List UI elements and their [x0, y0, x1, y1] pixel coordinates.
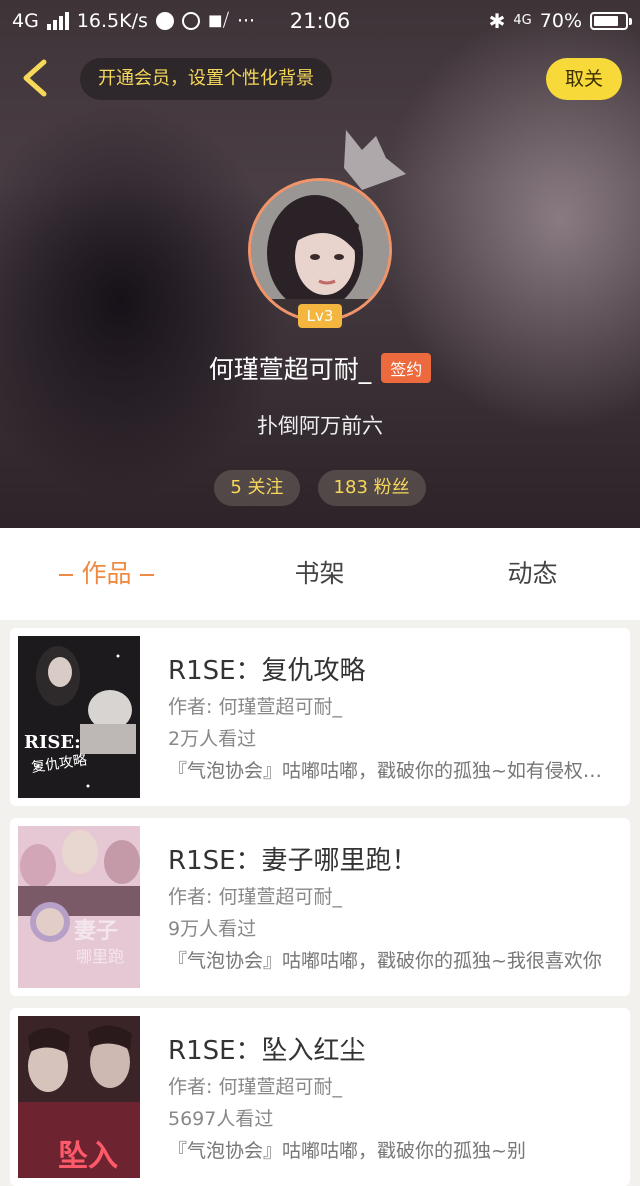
battery-icon — [590, 12, 632, 30]
battery-percent: 70% — [539, 10, 582, 32]
bluetooth-icon: ✱ — [488, 9, 506, 33]
book-cover: 妻子 哪里跑 — [18, 826, 140, 988]
tab-works[interactable]: 作品 — [0, 528, 213, 620]
user-signature: 扑倒阿万前六 — [257, 414, 383, 438]
status-bar: 4G 16.5K/s ◼⧸ ··· 21:06 ✱ 4G 70% — [0, 0, 640, 42]
book-title: R1SE：坠入红尘 — [168, 1036, 366, 1066]
fans-count[interactable]: 183 粉丝 — [317, 470, 426, 506]
svg-text:坠入: 坠入 — [58, 1139, 118, 1174]
tab-bookshelf[interactable]: 书架 — [213, 528, 426, 620]
book-views: 9万人看过 — [168, 918, 257, 940]
profile-tabs: 作品 书架 动态 — [0, 528, 640, 620]
book-author: 作者: 何瑾萱超可耐_ — [168, 886, 342, 908]
tab-activity[interactable]: 动态 — [426, 528, 639, 620]
unfollow-button[interactable]: 取关 — [546, 58, 622, 100]
avatar[interactable]: Lv3 — [248, 178, 392, 328]
network-label-right: 4G — [513, 13, 532, 28]
tab-indicator-left — [59, 574, 74, 576]
book-cover: RISE: 复仇攻略 — [18, 636, 140, 798]
book-cover: 坠入 — [18, 1016, 140, 1178]
user-name: 何瑾萱超可耐_ — [208, 355, 372, 384]
book-card[interactable]: RISE: 复仇攻略 R1SE：复仇攻略 作者: 何瑾萱超可耐_ 2万人看过 『… — [10, 628, 630, 806]
book-description: 『气泡协会』咕嘟咕嘟，戳破你的孤独~如有侵权请联系删除 — [168, 760, 614, 782]
book-views: 5697人看过 — [168, 1108, 274, 1130]
book-author: 作者: 何瑾萱超可耐_ — [168, 696, 342, 718]
book-author: 作者: 何瑾萱超可耐_ — [168, 1076, 342, 1098]
chevron-left-icon — [23, 59, 47, 97]
book-title: R1SE：妻子哪里跑！ — [168, 846, 418, 876]
book-description: 『气泡协会』咕嘟咕嘟，戳破你的孤独~我很喜欢你 — [168, 950, 602, 972]
back-button[interactable] — [18, 58, 58, 98]
following-count[interactable]: 5 关注 — [214, 470, 300, 506]
book-card[interactable]: 妻子 哪里跑 R1SE：妻子哪里跑！ 作者: 何瑾萱超可耐_ 9万人看过 『气泡… — [10, 818, 630, 996]
book-title: R1SE：复仇攻略 — [168, 656, 366, 686]
svg-text:RISE:: RISE: — [24, 732, 81, 753]
book-description: 『气泡协会』咕嘟咕嘟，戳破你的孤独~别 — [168, 1140, 526, 1162]
book-card[interactable]: 坠入 R1SE：坠入红尘 作者: 何瑾萱超可耐_ 5697人看过 『气泡协会』咕… — [10, 1008, 630, 1186]
book-views: 2万人看过 — [168, 728, 257, 750]
svg-text:哪里跑: 哪里跑 — [76, 947, 124, 966]
vip-background-banner[interactable]: 开通会员，设置个性化背景 — [80, 58, 332, 100]
tab-indicator-right — [139, 574, 154, 576]
level-badge: Lv3 — [298, 304, 342, 328]
profile-header: 4G 16.5K/s ◼⧸ ··· 21:06 ✱ 4G 70% 开通会员，设置… — [0, 0, 640, 528]
avatar-image — [251, 181, 389, 319]
svg-text:妻子: 妻子 — [74, 918, 118, 944]
signed-author-badge: 签约 — [381, 353, 432, 383]
